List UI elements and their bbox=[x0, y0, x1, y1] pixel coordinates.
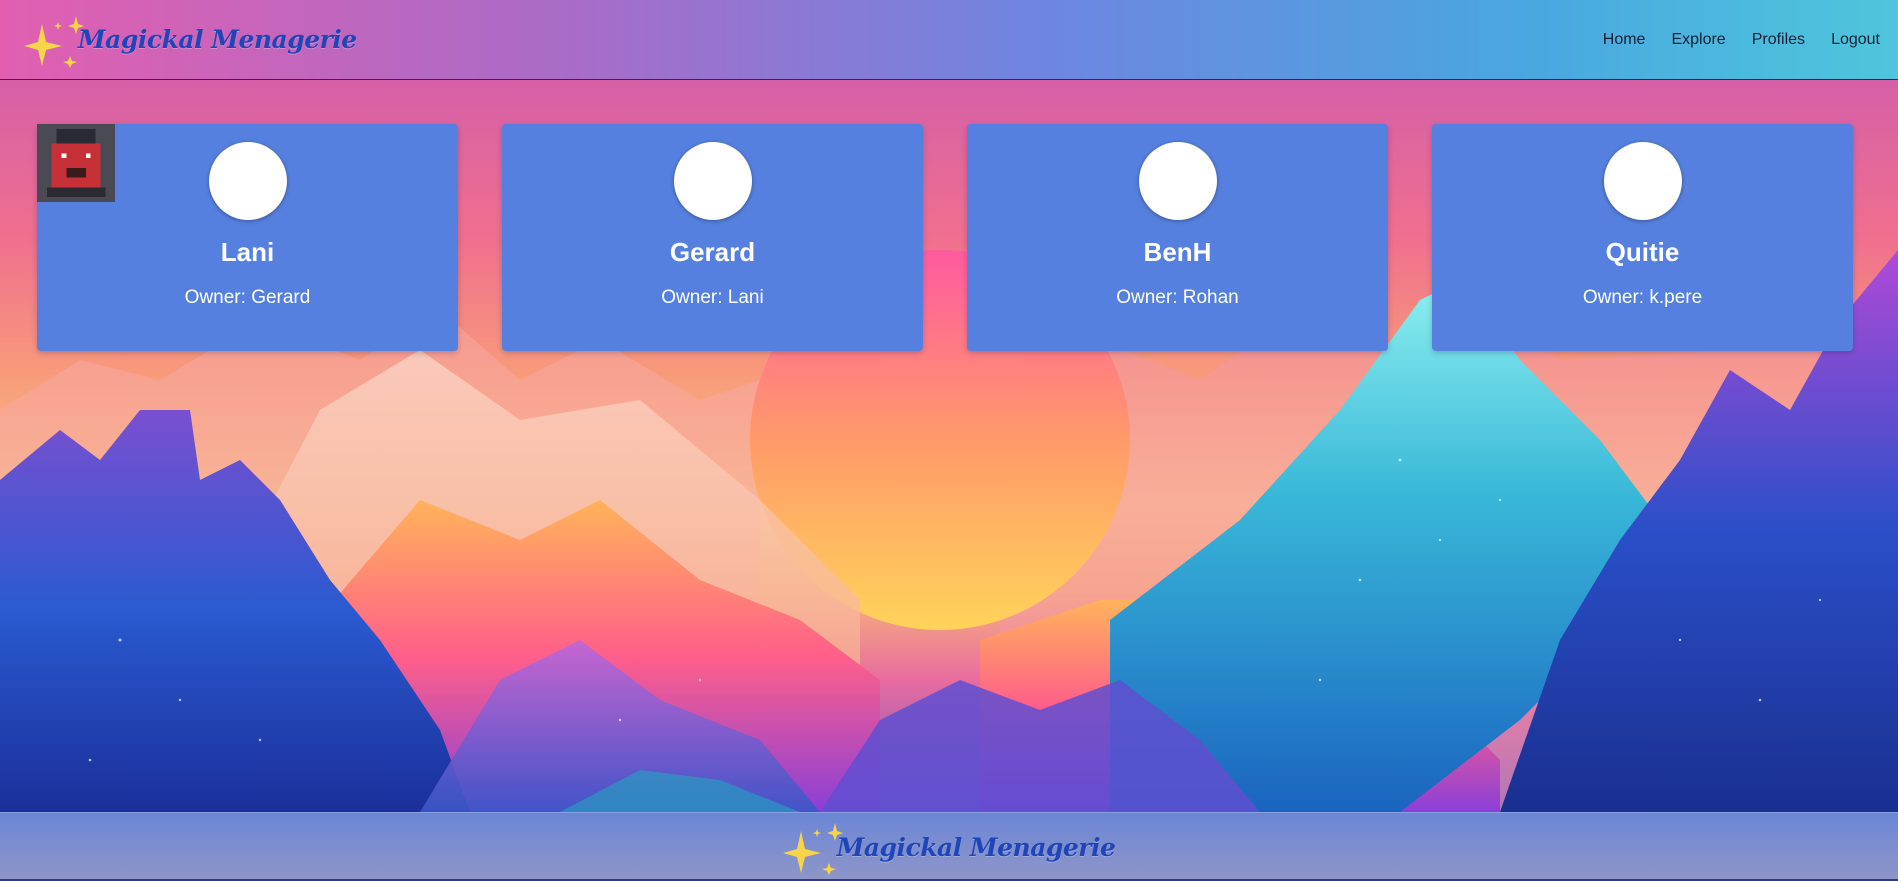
creature-card[interactable]: Quitie Owner: k.pere bbox=[37, 124, 1853, 351]
logo[interactable]: Magickal Menagerie bbox=[24, 12, 357, 68]
creature-card[interactable]: Gerard Owner: Lani bbox=[37, 124, 923, 351]
site-header: Magickal Menagerie Home Explore Profiles… bbox=[0, 0, 1898, 80]
main-nav: Home Explore Profiles Logout bbox=[1577, 31, 1880, 49]
site-footer: Magickal Menagerie bbox=[0, 812, 1898, 881]
nav-profiles[interactable]: Profiles bbox=[1752, 31, 1805, 49]
red-dark-creature-avatar-icon bbox=[37, 124, 1682, 220]
creature-owner: Owner: Lani bbox=[661, 287, 764, 308]
background-scene: Lani Owner: Gerard Gerard Owner: Lani Be… bbox=[0, 80, 1898, 812]
nav-explore[interactable]: Explore bbox=[1671, 31, 1725, 49]
creature-name: BenH bbox=[1143, 237, 1212, 267]
creature-card-list: Lani Owner: Gerard Gerard Owner: Lani Be… bbox=[37, 124, 1853, 351]
tan-creature-avatar-icon bbox=[37, 124, 752, 220]
creature-owner: Owner: k.pere bbox=[1582, 287, 1703, 308]
sparkle-icon bbox=[24, 15, 84, 68]
sparkle-icon bbox=[782, 823, 843, 875]
creature-name: Quitie bbox=[1605, 237, 1680, 267]
footer-logo-text: Magickal Menagerie bbox=[836, 832, 1116, 862]
creature-owner: Owner: Gerard bbox=[184, 287, 311, 308]
nav-logout[interactable]: Logout bbox=[1831, 31, 1880, 49]
red-yellow-creature-avatar-icon bbox=[37, 124, 1217, 220]
creature-name: Gerard bbox=[669, 237, 756, 267]
purple-creature-avatar-icon bbox=[37, 124, 287, 220]
logo-text: Magickal Menagerie bbox=[78, 25, 357, 54]
nav-home[interactable]: Home bbox=[1603, 31, 1646, 49]
creature-owner: Owner: Rohan bbox=[1116, 287, 1239, 308]
footer-logo[interactable]: Magickal Menagerie bbox=[782, 819, 1116, 875]
creature-card[interactable]: BenH Owner: Rohan bbox=[37, 124, 1388, 351]
creature-name: Lani bbox=[220, 237, 275, 267]
